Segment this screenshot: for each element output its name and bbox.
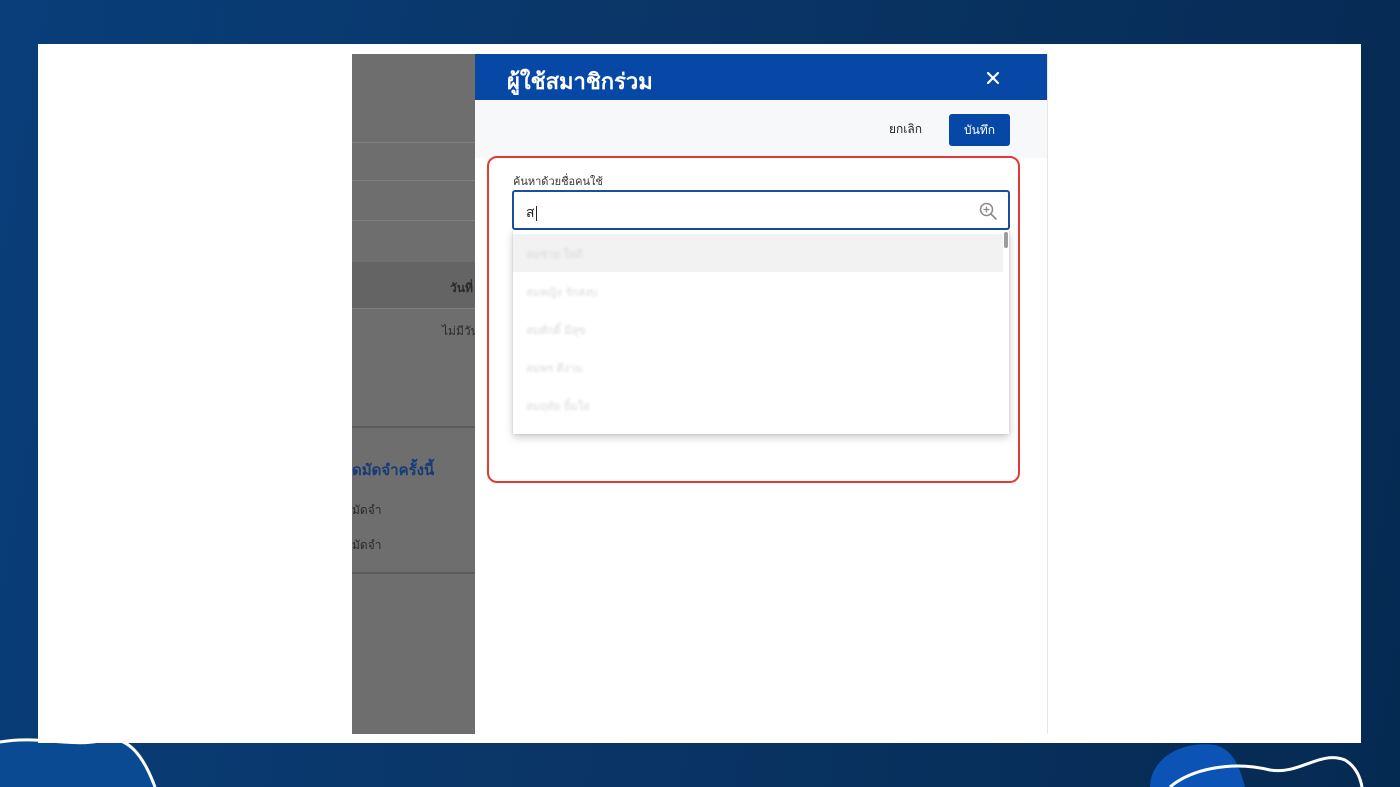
suggestion-item[interactable]: สมชาย ใจดี bbox=[513, 234, 1003, 272]
text-caret bbox=[535, 205, 537, 221]
co-member-drawer: ผู้ใช้สมาชิกร่วม ยกเลิก บันทึก ค้นหาด้วย… bbox=[475, 54, 1048, 734]
cancel-button[interactable]: ยกเลิก bbox=[889, 120, 922, 139]
column-header-date: วันที่ bbox=[450, 281, 473, 295]
suggestion-item-label: สมหญิง รักสงบ bbox=[526, 286, 598, 299]
save-button[interactable]: บันทึก bbox=[949, 114, 1010, 146]
suggestion-item[interactable]: สมฤทัย ยิ้มใส bbox=[513, 386, 1003, 424]
empty-state-text: ไม่มีวัน bbox=[442, 324, 475, 338]
search-input-value: ส bbox=[526, 202, 537, 224]
save-button-label: บันทึก bbox=[964, 122, 995, 137]
suggestion-item[interactable]: สมหญิง รักสงบ bbox=[513, 272, 1003, 310]
suggestion-item[interactable]: สมศักดิ์ มีสุข bbox=[513, 310, 1003, 348]
drawer-title: ผู้ใช้สมาชิกร่วม bbox=[507, 70, 653, 95]
suggestion-item-label: สมชาย ใจดี bbox=[526, 248, 583, 261]
screenshot-frame: วันที่ ไม่มีวัน ดมัดจำครั้งนี้ มัดจำ มัด… bbox=[38, 44, 1361, 743]
divider bbox=[352, 220, 475, 221]
row-label-1: มัดจำ bbox=[352, 503, 382, 517]
divider bbox=[352, 572, 475, 574]
divider bbox=[352, 180, 475, 181]
suggestion-item[interactable]: สมพร ดีงาม bbox=[513, 348, 1003, 386]
close-icon[interactable] bbox=[981, 66, 1005, 90]
divider bbox=[352, 426, 475, 428]
dropdown-scrollbar[interactable] bbox=[1004, 232, 1008, 248]
suggestion-item-label: สมพร ดีงาม bbox=[526, 362, 583, 375]
divider bbox=[352, 308, 475, 309]
section-heading: ดมัดจำครั้งนี้ bbox=[352, 461, 435, 479]
dimmed-background-page: วันที่ ไม่มีวัน ดมัดจำครั้งนี้ มัดจำ มัด… bbox=[352, 54, 475, 734]
user-search-input[interactable]: ส bbox=[512, 190, 1010, 230]
suggestion-item-label: สมฤทัย ยิ้มใส bbox=[526, 400, 590, 413]
drawer-actions-bar: ยกเลิก บันทึก bbox=[475, 100, 1047, 158]
row-label-2: มัดจำ bbox=[352, 538, 382, 552]
suggestion-item-label: สมศักดิ์ มีสุข bbox=[526, 324, 586, 337]
divider bbox=[352, 142, 475, 143]
drawer-header: ผู้ใช้สมาชิกร่วม bbox=[475, 54, 1047, 100]
search-input-text: ส bbox=[526, 205, 535, 221]
suggestions-dropdown: สมชาย ใจดี สมหญิง รักสงบ สมศักดิ์ มีสุข … bbox=[513, 230, 1009, 434]
zoom-in-search-icon[interactable] bbox=[978, 201, 998, 221]
search-field-label: ค้นหาด้วยชื่อคนใช้ bbox=[513, 175, 603, 188]
